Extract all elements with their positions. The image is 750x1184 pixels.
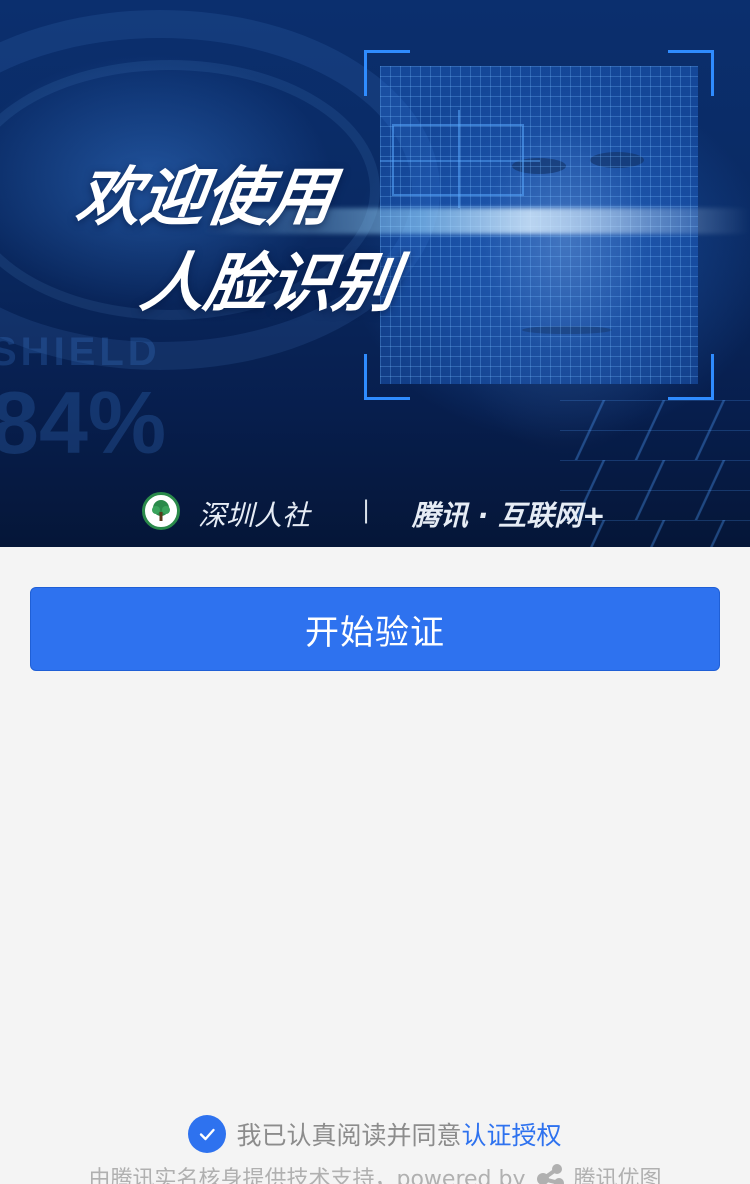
banner-title-line2: 人脸识别: [135, 247, 403, 321]
partner-bar: 深圳人社 | 腾讯 · 互联网+: [0, 486, 750, 536]
scan-reticle-horizontal: [380, 160, 540, 162]
scan-corner-bottom-right: [668, 354, 714, 400]
footer-support-text: 由腾讯实名核身提供技术支持，powered by: [88, 1167, 526, 1184]
agreement-checkbox[interactable]: [188, 1115, 227, 1153]
youtu-logo-icon: [535, 1161, 567, 1184]
scan-corner-bottom-left: [364, 354, 410, 400]
scan-corner-top-left: [364, 50, 410, 96]
footer-brand-name: 腾讯优图: [573, 1167, 662, 1184]
partner-shenzhen-hrss: 深圳人社: [198, 499, 311, 532]
footer-credit: 由腾讯实名核身提供技术支持，powered by 腾讯优图: [0, 1160, 750, 1184]
scan-reticle-vertical: [458, 110, 460, 208]
partner-separator: |: [362, 496, 371, 524]
scan-corner-top-right: [668, 50, 714, 96]
banner-deco-text: SHIELD 84%: [0, 330, 166, 471]
tree-icon: [142, 492, 180, 530]
agreement-text: 我已认真阅读并同意: [236, 1121, 462, 1150]
authorization-agreement-link[interactable]: 认证授权: [462, 1116, 562, 1152]
deco-big-text: 84%: [0, 373, 167, 472]
deco-small-text: SHIELD: [0, 330, 161, 374]
agreement-row: 我已认真阅读并同意 认证授权: [0, 1114, 750, 1154]
hero-banner: SHIELD 84% 欢迎使用 人脸识别 深圳人社 | 腾讯 · 互联网+: [0, 0, 750, 547]
checkmark-icon: [200, 1128, 216, 1141]
face-verification-page: SHIELD 84% 欢迎使用 人脸识别 深圳人社 | 腾讯 · 互联网+ 开始…: [0, 0, 750, 1184]
banner-title-line1: 欢迎使用: [71, 161, 339, 235]
partner-tencent-internet-plus: 腾讯 · 互联网+: [412, 499, 606, 532]
start-verification-button[interactable]: 开始验证: [30, 587, 720, 671]
